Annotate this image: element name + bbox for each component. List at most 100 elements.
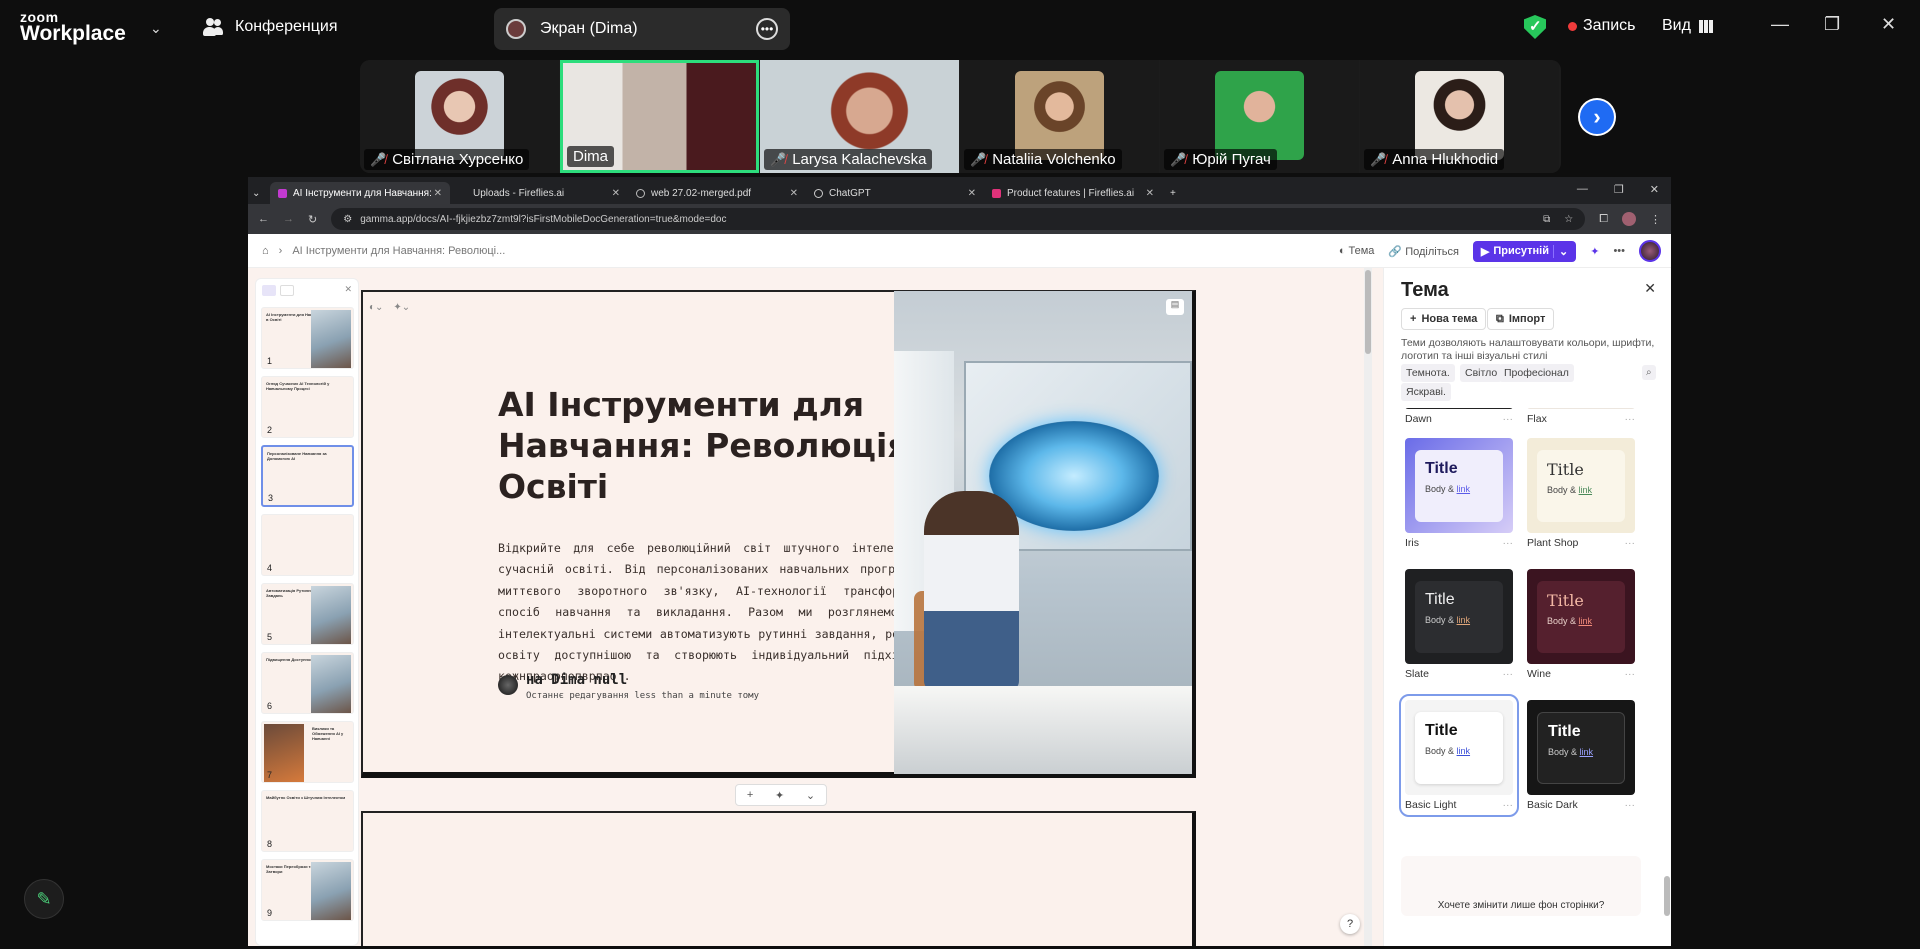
close-icon[interactable]: ✕ [1881,14,1896,35]
minimize-icon[interactable]: — [1577,183,1588,196]
share-button[interactable]: 🔗 Поділіться [1388,245,1459,258]
menu-icon[interactable]: ⋮ [1650,213,1661,226]
ai-sparkle-icon[interactable]: ✦ [1590,245,1599,258]
canvas-scrollbar[interactable] [1364,268,1372,946]
chevron-down-icon[interactable]: ⌄ [806,789,815,802]
participant-tile[interactable]: 🎤̸ Nataliia Volchenko [960,60,1159,173]
slide-thumb[interactable]: AI Інструменти для Навчання: Революція в… [261,307,354,369]
theme-iris[interactable]: Title Body & link Iris ··· [1405,438,1513,549]
import-button[interactable]: ⧉ Імпорт [1487,308,1555,330]
slide-thumb[interactable]: Персоналізоване Навчання за Допомогою AI… [261,445,354,507]
hero-image[interactable]: ▤ [894,291,1192,774]
slide-thumb[interactable]: Підвищення Доступності Освіти 6 [261,652,354,714]
tab[interactable]: Uploads - Fireflies.ai ✕ [450,182,628,204]
theme-plant-shop[interactable]: Title Body & link Plant Shop ··· [1527,438,1635,549]
reload-icon[interactable]: ↻ [308,213,317,226]
filter-chip[interactable]: Професіонал [1499,364,1574,382]
close-tab-icon[interactable]: ✕ [434,188,442,199]
back-icon[interactable]: ← [258,213,269,225]
address-bar[interactable]: ⚙ gamma.app/docs/AI--fjkjiezbz7zmt9l?isF… [331,208,1586,230]
title-card[interactable]: ◐⌄ ✦⌄ AI Інструменти для Навчання: Револю… [361,290,1196,778]
close-tab-icon[interactable]: ✕ [1146,188,1154,199]
page-background-prompt[interactable]: Хочете змінити лише фон сторінки? [1401,856,1641,916]
record-indicator[interactable]: Запись [1568,17,1636,35]
theme-wine[interactable]: Title Body & link Wine ··· [1527,569,1635,680]
filter-chip[interactable]: Яскраві. [1401,383,1451,401]
slide-thumb[interactable]: Майбутнє Освіти з Штучним Інтелектом 8 [261,790,354,852]
theme-basic-dark[interactable]: Title Body & link Basic Dark ··· [1527,700,1635,811]
slide-thumb[interactable]: Виклики та Обмеження AI у Навчанні 7 [261,721,354,783]
participant-tile[interactable]: 🎤̸ Larysa Kalachevska [760,60,959,173]
meeting-button[interactable]: Конференция [203,18,338,36]
chevron-down-icon[interactable]: ⌄ [150,20,162,37]
install-icon[interactable]: ⧉ [1543,214,1550,225]
card-style-icon[interactable]: ◐⌄ [369,302,383,313]
close-tab-icon[interactable]: ✕ [612,188,620,199]
home-icon[interactable]: ⌂ [262,245,269,257]
card-ai-icon[interactable]: ✦⌄ [393,302,410,313]
restore-icon[interactable]: ❐ [1824,14,1840,35]
fireflies-icon [992,188,1001,198]
card-title[interactable]: AI Інструменти для Навчання: Революція в… [498,384,948,507]
new-theme-button[interactable]: + Нова тема [1401,308,1487,330]
view-button[interactable]: Вид [1662,17,1713,35]
slide-thumb[interactable]: Мостаки Переобрази та Завершені Затвори 9 [261,859,354,921]
close-icon[interactable]: ✕ [344,284,352,295]
close-tab-icon[interactable]: ✕ [968,188,976,199]
gallery-next-button[interactable]: › [1578,98,1616,136]
help-button[interactable]: ? [1340,914,1360,934]
tab[interactable]: AI Інструменти для Навчання: ✕ [270,182,450,204]
next-card[interactable] [361,811,1196,946]
participant-name: Dima [567,146,615,167]
screen-share-pill[interactable]: Экран (Dima) ••• [494,8,790,50]
site-info-icon[interactable]: ⚙ [343,214,352,225]
participant-tile[interactable]: 🎤̸ Anna Hlukhodid [1360,60,1559,173]
extensions-icon[interactable]: ⧠ [1599,213,1608,226]
theme-dawn[interactable]: Dawn ··· [1405,408,1513,425]
browser-toolbar: ← → ↻ ⚙ gamma.app/docs/AI--fjkjiezbz7zmt… [248,204,1671,234]
filter-chip[interactable]: Світло [1460,364,1503,382]
add-card-icon[interactable]: + [747,789,753,801]
tab[interactable]: Product features | Fireflies.ai ✕ [984,182,1162,204]
slide-thumb[interactable]: Огляд Сучасних AI Технологій у Навчально… [261,376,354,438]
theme-basic-light[interactable]: Title Body & link Basic Light ··· [1399,694,1519,817]
profile-avatar[interactable] [1622,212,1636,226]
present-button[interactable]: ▶ Присутній ⌄ [1472,240,1577,262]
participant-video [1015,71,1104,160]
minimize-icon[interactable]: — [1771,14,1789,35]
participant-tile-active[interactable]: Dima [560,60,759,173]
annotate-pencil-icon[interactable]: ✎ [24,879,64,919]
restore-icon[interactable]: ❐ [1614,183,1624,196]
avatar [498,675,518,695]
ai-sparkle-icon[interactable]: ✦ [775,789,784,802]
close-icon[interactable]: ✕ [1644,280,1656,297]
forward-icon[interactable]: → [283,213,294,225]
participant-tile[interactable]: 🎤̸ Юрій Пугач [1160,60,1359,173]
theme-button[interactable]: ◐ Тема [1339,245,1375,257]
image-options-icon[interactable]: ▤ [1166,299,1184,315]
list-view-icon[interactable] [280,285,294,296]
close-tab-icon[interactable]: ✕ [790,188,798,199]
avatar[interactable] [1639,240,1661,262]
more-icon[interactable]: ••• [1613,245,1625,257]
close-icon[interactable]: ✕ [1650,183,1659,196]
bookmark-star-icon[interactable]: ☆ [1564,214,1573,225]
shield-icon[interactable] [1524,15,1546,39]
panel-scrollbar[interactable] [1664,408,1670,946]
card-view-icon[interactable] [262,285,276,296]
card-insert-toolbar: + ✦ ⌄ [735,784,827,806]
breadcrumb-title[interactable]: AI Інструменти для Навчання: Революці... [292,245,505,257]
slide-thumb[interactable]: Автоматизація Рутинних Освітніх Завдань 5 [261,583,354,645]
theme-flax[interactable]: Flax ··· [1527,408,1635,425]
theme-slate[interactable]: Title Body & link Slate ··· [1405,569,1513,680]
slide-thumb[interactable]: 4 [261,514,354,576]
tab-search-button[interactable]: ⌄ [248,182,270,204]
card-description[interactable]: Відкрийте для себе революційний світ шту… [498,538,934,688]
participant-tile[interactable]: 🎤̸ Світлана Хурсенко [360,60,559,173]
filter-chip[interactable]: Темнота. [1401,364,1455,382]
tab[interactable]: web 27.02-merged.pdf ✕ [628,182,806,204]
new-tab-button[interactable]: + [1162,182,1188,204]
more-icon[interactable]: ••• [756,18,778,40]
search-icon[interactable]: ⌕ [1642,365,1656,380]
tab[interactable]: ChatGPT ✕ [806,182,984,204]
